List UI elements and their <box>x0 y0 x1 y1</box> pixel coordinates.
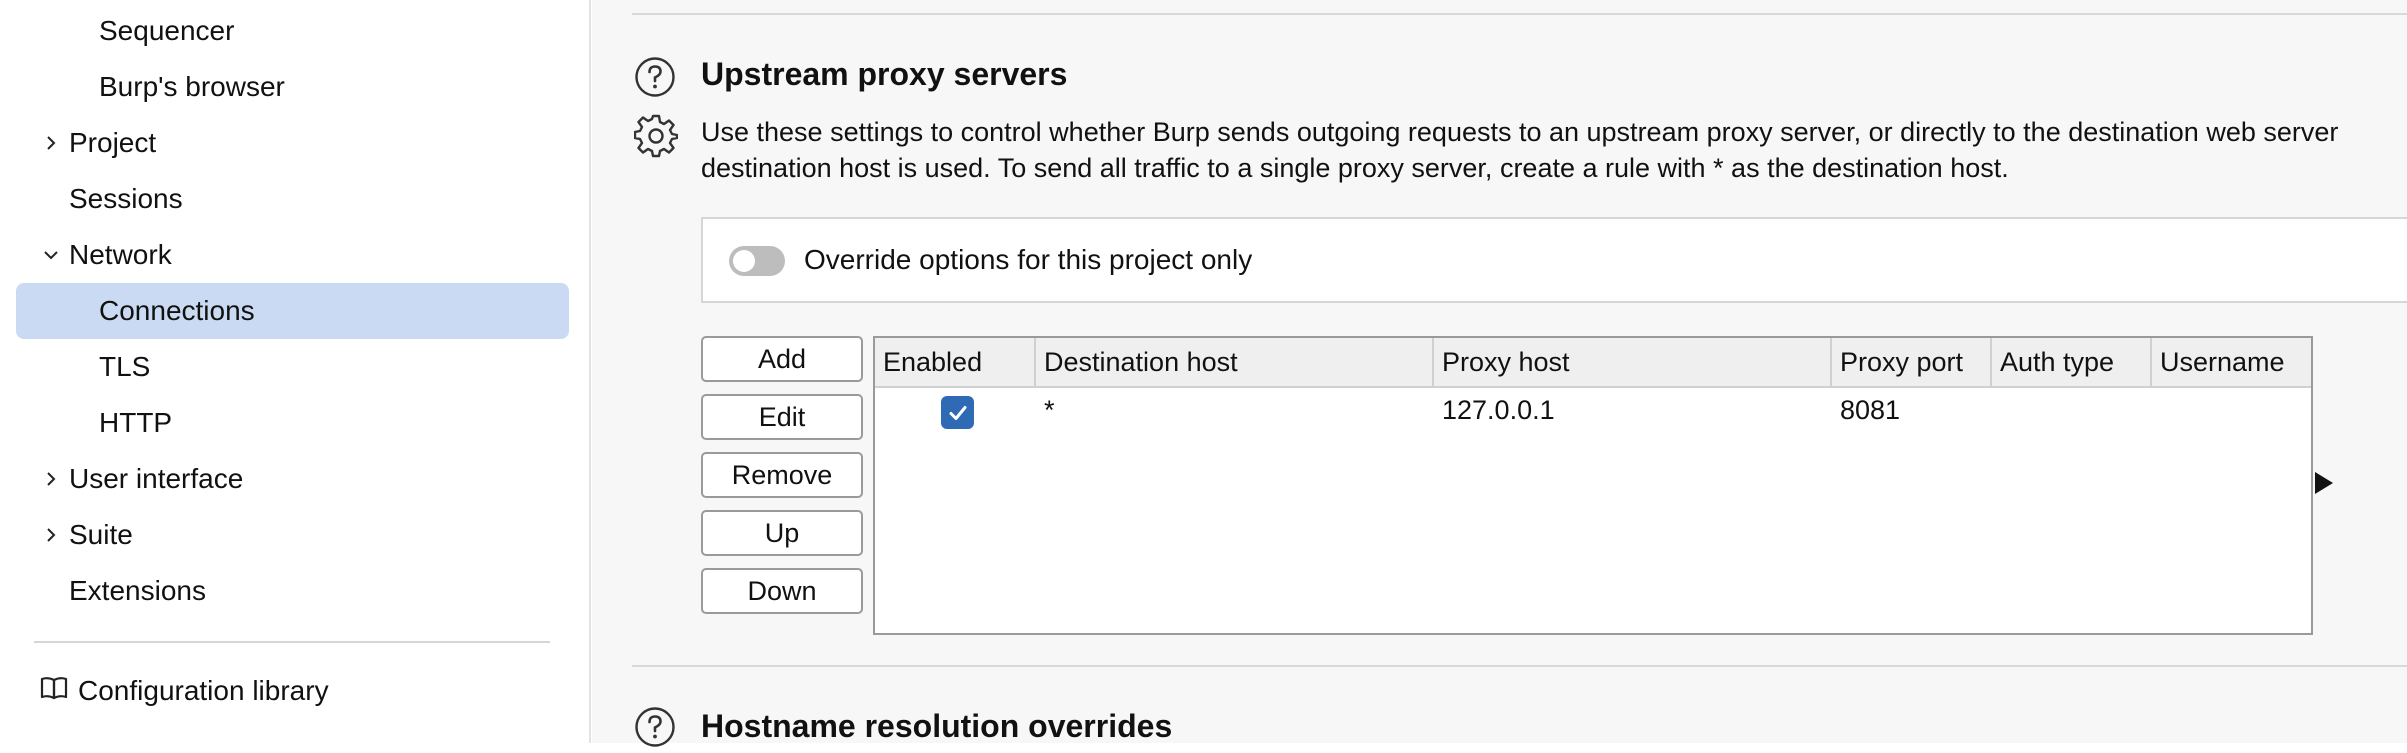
section-divider <box>632 13 2407 15</box>
sidebar-item-user-interface[interactable]: User interface <box>69 451 243 507</box>
cell-username <box>2152 390 2160 430</box>
checkmark-icon <box>949 405 966 420</box>
table-header: Enabled Destination host Proxy host Prox… <box>875 338 2311 388</box>
column-header-destination-host[interactable]: Destination host <box>1036 338 1434 386</box>
scroll-right-arrow-icon[interactable] <box>2315 472 2333 494</box>
override-options-label: Override options for this project only <box>804 244 1253 275</box>
cell-proxy-port: 8081 <box>1840 395 1901 425</box>
sidebar-item-network[interactable]: Network <box>69 227 172 283</box>
add-button[interactable]: Add <box>701 336 863 382</box>
upstream-description-line2: destination host is used. To send all tr… <box>701 153 2009 183</box>
settings-gear-icon[interactable] <box>633 114 679 163</box>
cell-auth-type <box>1992 390 2000 430</box>
sidebar-item-extensions[interactable]: Extensions <box>69 563 206 619</box>
chevron-down-icon[interactable] <box>40 227 62 283</box>
sidebar-item-http[interactable]: HTTP <box>99 395 172 451</box>
sidebar-item-burps-browser[interactable]: Burp's browser <box>99 59 285 115</box>
column-header-enabled[interactable]: Enabled <box>875 338 1036 386</box>
upstream-proxy-table: Enabled Destination host Proxy host Prox… <box>873 336 2313 635</box>
cell-proxy-host: 127.0.0.1 <box>1442 395 1555 425</box>
sidebar-item-suite[interactable]: Suite <box>69 507 133 563</box>
column-header-username[interactable]: Username <box>2152 338 2311 386</box>
sidebar-item-sessions[interactable]: Sessions <box>69 171 183 227</box>
section-divider <box>632 665 2407 667</box>
enabled-checkbox[interactable] <box>941 396 974 429</box>
configuration-library-label: Configuration library <box>78 675 329 706</box>
settings-sidebar: Sequencer Burp's browser Project Session… <box>0 0 591 743</box>
override-toggle[interactable] <box>729 246 785 276</box>
section-title-hostname-resolution: Hostname resolution overrides <box>701 708 1173 744</box>
down-button[interactable]: Down <box>701 568 863 614</box>
edit-button[interactable]: Edit <box>701 394 863 440</box>
chevron-right-icon[interactable] <box>40 507 62 563</box>
book-icon <box>40 675 68 708</box>
column-header-proxy-port[interactable]: Proxy port <box>1832 338 1992 386</box>
sidebar-item-project[interactable]: Project <box>69 115 156 171</box>
help-icon[interactable] <box>634 56 676 103</box>
sidebar-item-connections[interactable]: Connections <box>99 283 255 339</box>
upstream-description-line1: Use these settings to control whether Bu… <box>701 117 2339 147</box>
sidebar-item-sequencer[interactable]: Sequencer <box>99 3 234 59</box>
configuration-library-link[interactable]: Configuration library <box>40 663 329 719</box>
chevron-right-icon[interactable] <box>40 451 62 507</box>
column-header-auth-type[interactable]: Auth type <box>1992 338 2152 386</box>
toggle-knob <box>733 250 755 272</box>
up-button[interactable]: Up <box>701 510 863 556</box>
sidebar-item-tls[interactable]: TLS <box>99 339 150 395</box>
override-options-panel: Override options for this project only <box>701 217 2407 303</box>
upstream-description: Use these settings to control whether Bu… <box>701 114 2407 186</box>
column-header-proxy-host[interactable]: Proxy host <box>1434 338 1832 386</box>
help-icon[interactable] <box>634 706 676 753</box>
chevron-right-icon[interactable] <box>40 115 62 171</box>
sidebar-divider <box>34 641 550 643</box>
remove-button[interactable]: Remove <box>701 452 863 498</box>
cell-destination-host: * <box>1044 395 1055 425</box>
section-title-upstream-proxy: Upstream proxy servers <box>701 56 1068 92</box>
